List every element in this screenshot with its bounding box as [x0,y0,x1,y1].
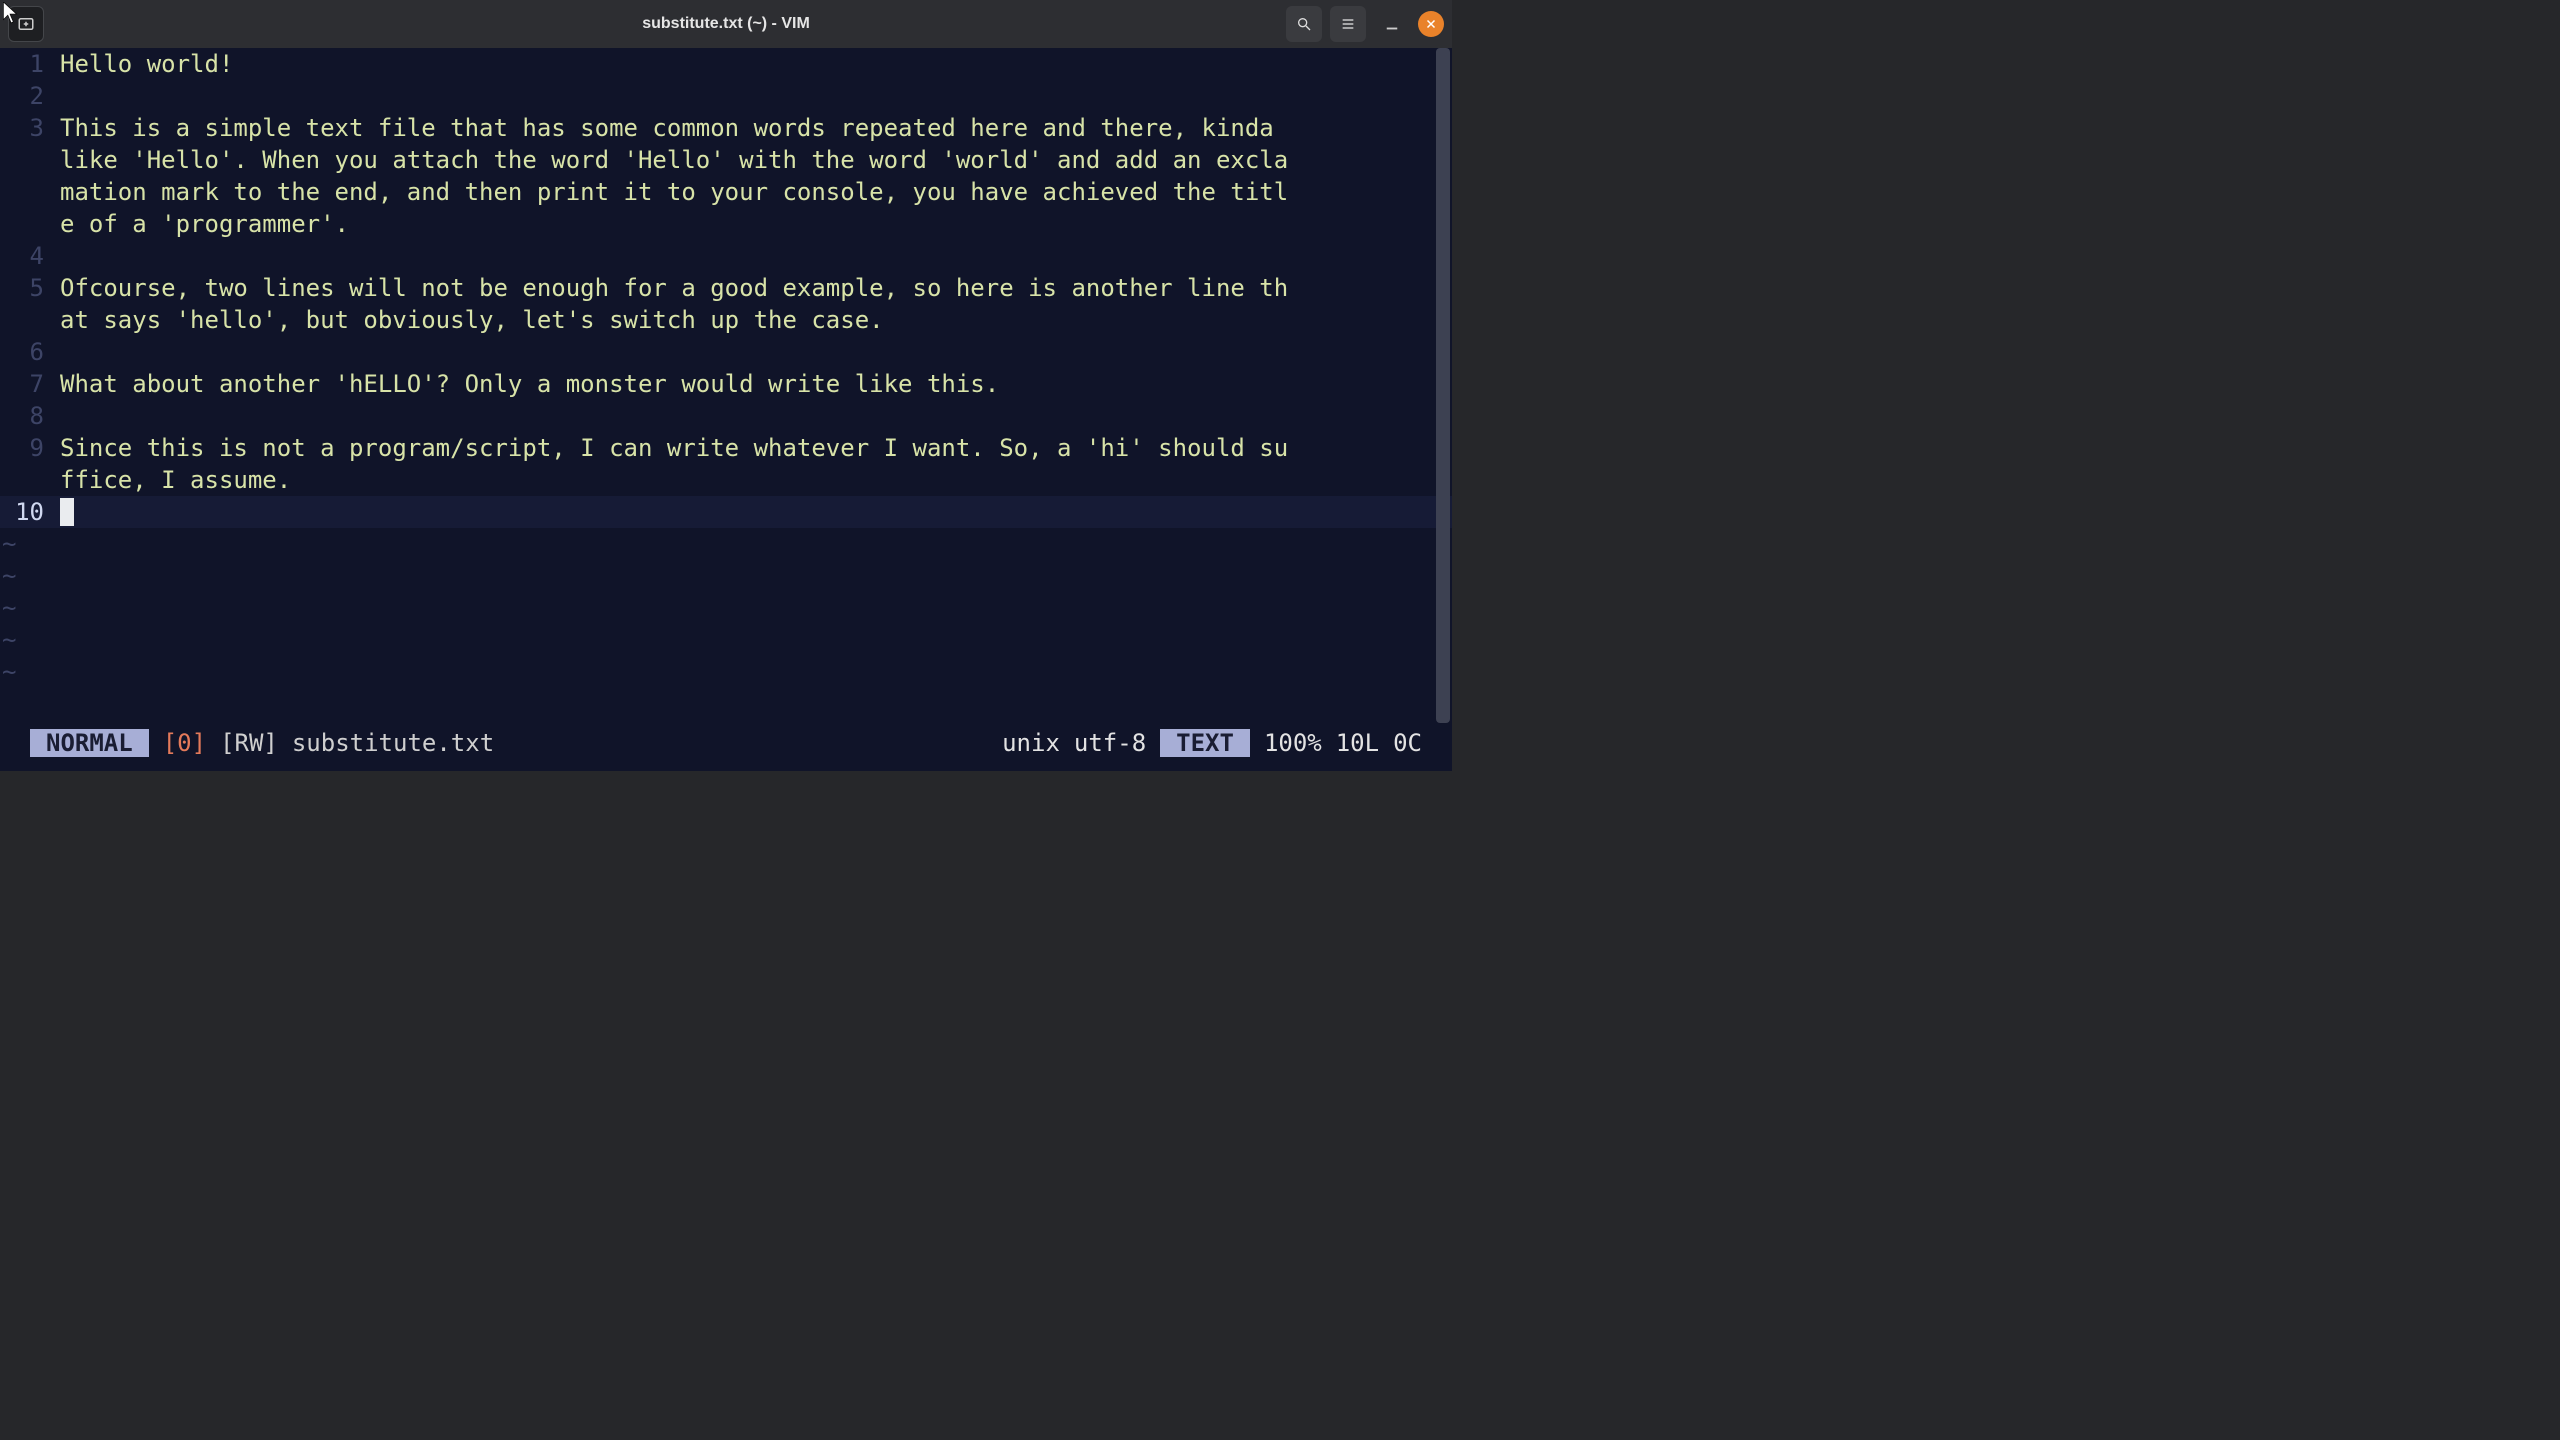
hamburger-icon [1340,16,1356,32]
status-buffer-num: [0] [163,729,206,757]
tilde-marker: ~ [0,592,1452,624]
status-linecount: 10L [1336,729,1379,757]
close-icon [1425,18,1437,30]
line-row[interactable]: 1Hello world! [0,48,1452,80]
line-text[interactable] [56,80,1452,112]
line-text[interactable]: Ofcourse, two lines will not be enough f… [56,272,1452,304]
status-encoding: utf-8 [1074,729,1146,757]
tilde-marker: ~ [0,656,1452,688]
line-number: 3 [0,112,56,144]
text-buffer[interactable]: 1Hello world!23This is a simple text fil… [0,48,1452,528]
tilde-marker: ~ [0,624,1452,656]
line-text[interactable]: What about another 'hELLO'? Only a monst… [56,368,1452,400]
tilde-marker: ~ [0,560,1452,592]
line-number: 8 [0,400,56,432]
status-fileformat: unix [1002,729,1060,757]
line-text[interactable]: e of a 'programmer'. [56,208,1452,240]
statusline: NORMAL [0] [RW] substitute.txt unix utf-… [0,729,1452,771]
line-text[interactable] [56,336,1452,368]
line-text[interactable]: at says 'hello', but obviously, let's sw… [56,304,1452,336]
line-text[interactable] [56,400,1452,432]
line-number: 1 [0,48,56,80]
line-number [0,464,56,496]
status-mode: NORMAL [30,729,149,757]
line-text[interactable]: This is a simple text file that has some… [56,112,1452,144]
line-text[interactable]: mation mark to the end, and then print i… [56,176,1452,208]
line-row[interactable]: mation mark to the end, and then print i… [0,176,1452,208]
status-filename: substitute.txt [292,729,494,757]
line-text[interactable]: like 'Hello'. When you attach the word '… [56,144,1452,176]
tilde-marker: ~ [0,528,1452,560]
status-filetype: TEXT [1160,729,1250,757]
line-row[interactable]: 9Since this is not a program/script, I c… [0,432,1452,464]
line-number: 6 [0,336,56,368]
status-percent: 100% [1264,729,1322,757]
line-row[interactable]: e of a 'programmer'. [0,208,1452,240]
line-number [0,144,56,176]
line-text[interactable]: Hello world! [56,48,1452,80]
line-row[interactable]: 3This is a simple text file that has som… [0,112,1452,144]
line-row[interactable]: 2 [0,80,1452,112]
line-text[interactable] [56,240,1452,272]
window-title: substitute.txt (~) - VIM [642,15,810,33]
status-readwrite: [RW] [220,729,278,757]
line-row[interactable]: 5Ofcourse, two lines will not be enough … [0,272,1452,304]
line-text[interactable]: ffice, I assume. [56,464,1452,496]
status-right: unix utf-8 TEXT 100% 10L 0C [1002,729,1422,757]
line-row[interactable]: 8 [0,400,1452,432]
close-button[interactable] [1418,11,1444,37]
line-number [0,208,56,240]
minimize-icon [1383,15,1401,33]
line-text[interactable] [56,496,1452,528]
line-number: 2 [0,80,56,112]
scrollbar-thumb[interactable] [1436,48,1450,723]
search-button[interactable] [1286,6,1322,42]
line-number [0,304,56,336]
search-icon [1296,16,1312,32]
scrollbar[interactable] [1436,48,1450,723]
editor-area[interactable]: 1Hello world!23This is a simple text fil… [0,48,1452,723]
line-row[interactable]: at says 'hello', but obviously, let's sw… [0,304,1452,336]
line-row[interactable]: 10 [0,496,1452,528]
line-number: 10 [0,496,56,528]
new-tab-icon [17,15,35,33]
empty-lines: ~~~~~ [0,528,1452,688]
menu-button[interactable] [1330,6,1366,42]
line-text[interactable]: Since this is not a program/script, I ca… [56,432,1452,464]
status-column: 0C [1393,729,1422,757]
line-row[interactable]: ffice, I assume. [0,464,1452,496]
titlebar-right [1286,6,1452,42]
mouse-cursor-icon [2,2,18,28]
line-number: 9 [0,432,56,464]
minimize-button[interactable] [1374,6,1410,42]
line-row[interactable]: like 'Hello'. When you attach the word '… [0,144,1452,176]
line-number [0,176,56,208]
titlebar: substitute.txt (~) - VIM [0,0,1452,48]
line-number: 5 [0,272,56,304]
line-row[interactable]: 7What about another 'hELLO'? Only a mons… [0,368,1452,400]
line-number: 4 [0,240,56,272]
vim-window: substitute.txt (~) - VIM 1Hello world!23… [0,0,1452,771]
line-number: 7 [0,368,56,400]
cursor [60,498,74,526]
line-row[interactable]: 6 [0,336,1452,368]
line-row[interactable]: 4 [0,240,1452,272]
